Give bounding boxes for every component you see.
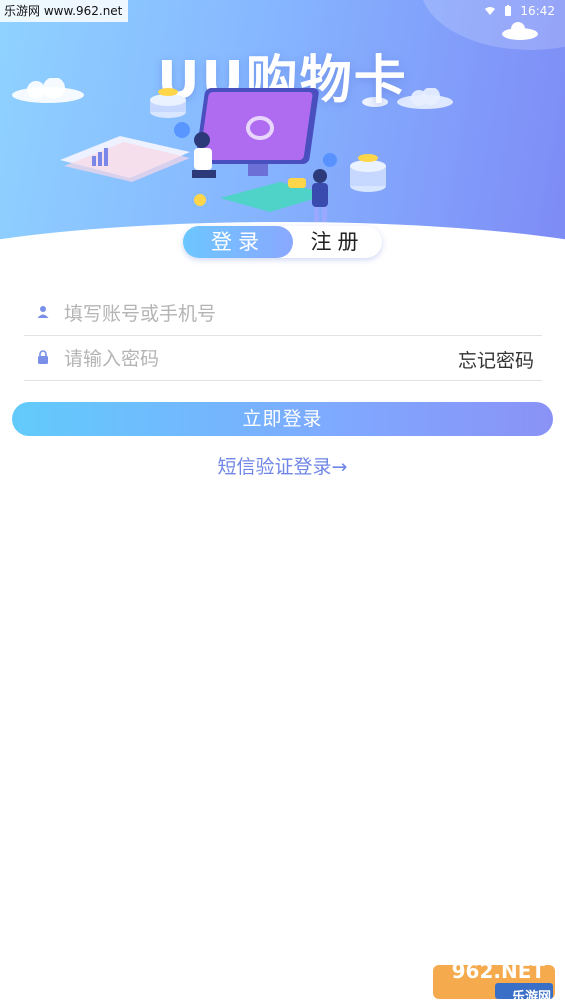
forgot-password-link[interactable]: 忘记密码 <box>458 346 534 373</box>
auth-tab-switch: 登录 注册 <box>183 226 382 258</box>
tab-register[interactable]: 注册 <box>293 226 382 258</box>
status-bar: 16:42 <box>484 2 555 20</box>
site-logo-text: 962.NET <box>451 959 545 983</box>
username-field <box>24 291 542 336</box>
shopping-card-illustration <box>60 88 386 223</box>
site-watermark: 乐游网 www.962.net <box>0 0 129 22</box>
username-input[interactable] <box>62 297 446 331</box>
password-input[interactable] <box>62 342 446 376</box>
password-field: 忘记密码 <box>24 336 542 381</box>
sms-login-link[interactable]: 短信验证登录→ <box>0 452 565 479</box>
wifi-icon <box>485 7 496 15</box>
login-button[interactable]: 立即登录 <box>12 402 553 436</box>
tab-login[interactable]: 登录 <box>183 226 293 258</box>
hero-banner: UU购物卡 乐游网 www.962.net 16:42 <box>0 0 565 250</box>
user-icon <box>37 306 49 318</box>
status-time: 16:42 <box>520 4 555 18</box>
lock-icon <box>38 350 48 364</box>
battery-icon <box>505 5 512 16</box>
site-logo-subtext: 乐游网 <box>511 990 551 1005</box>
